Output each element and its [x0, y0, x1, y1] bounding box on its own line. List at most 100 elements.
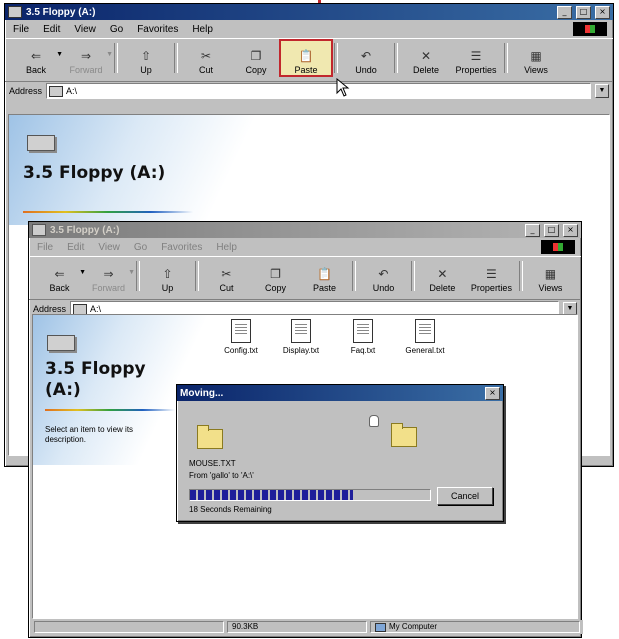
toolbar-paste-button[interactable]: 📋 Paste [300, 259, 349, 293]
scissors-icon: ✂ [221, 267, 232, 281]
toolbar-separator [136, 261, 140, 291]
folder-description: Select an item to view its description. [45, 425, 134, 444]
outer-menu-bar: File Edit View Go Favorites Help [5, 20, 613, 38]
toolbar-undo-button[interactable]: ↶ Undo [359, 259, 408, 293]
toolbar-up-button[interactable]: ⇧ Up [121, 41, 171, 75]
copy-icon: ❐ [250, 49, 262, 63]
menu-file[interactable]: File [13, 24, 29, 35]
menu-file[interactable]: File [37, 242, 53, 253]
toolbar-delete-button[interactable]: ✕ Delete [401, 41, 451, 75]
close-button[interactable]: × [595, 5, 610, 19]
menu-go[interactable]: Go [110, 24, 123, 35]
cancel-button[interactable]: Cancel [437, 487, 493, 505]
delete-x-icon: ✕ [437, 267, 448, 281]
delete-x-icon: ✕ [420, 49, 432, 63]
menu-go[interactable]: Go [134, 242, 147, 253]
inner-window-title: 3.5 Floppy (A:) [50, 224, 120, 236]
move-progress-bar [189, 489, 431, 501]
maximize-button[interactable]: □ [544, 223, 559, 237]
minimize-button[interactable]: _ [557, 5, 572, 19]
toolbar-undo-button[interactable]: ↶ Undo [341, 41, 391, 75]
status-blank [34, 621, 224, 633]
maximize-button[interactable]: □ [576, 5, 591, 19]
toolbar-views-button[interactable]: ▦ Views [526, 259, 575, 293]
dropdown-arrow-icon[interactable]: ▼ [128, 269, 135, 276]
move-progress-fill [190, 490, 354, 500]
toolbar-paste-button[interactable]: 📋 Paste [279, 39, 333, 77]
inner-status-bar: 90.3KB My Computer [31, 620, 583, 634]
menu-edit[interactable]: Edit [43, 24, 60, 35]
toolbar-back-button[interactable]: ⇐ Back ▼ [35, 259, 87, 293]
toolbar-views-button[interactable]: ▦ Views [511, 41, 561, 75]
address-dropdown-button[interactable]: ▼ [595, 84, 609, 98]
menu-view[interactable]: View [98, 242, 120, 253]
toolbar-label: Cut [198, 65, 213, 75]
toolbar-label: Forward [92, 283, 126, 293]
toolbar-forward-button[interactable]: ⇒ Forward ▼ [84, 259, 135, 293]
close-button[interactable]: × [563, 223, 578, 237]
menu-favorites[interactable]: Favorites [137, 24, 178, 35]
toolbar-separator [518, 261, 523, 291]
toolbar-up-button[interactable]: ⇧ Up [143, 259, 192, 293]
views-icon: ▦ [544, 267, 557, 281]
toolbar-delete-button[interactable]: ✕ Delete [418, 259, 467, 293]
toolbar-cut-button[interactable]: ✂ Cut [181, 41, 231, 75]
menu-edit[interactable]: Edit [67, 242, 84, 253]
flying-document-icon [369, 415, 379, 427]
dropdown-arrow-icon[interactable]: ▼ [106, 51, 113, 58]
forward-arrow-icon: ⇒ [80, 49, 92, 63]
toolbar-cut-button[interactable]: ✂ Cut [202, 259, 251, 293]
windows-logo-icon [573, 22, 607, 36]
toolbar-label: Back [49, 283, 70, 293]
minimize-button[interactable]: _ [525, 223, 540, 237]
dialog-close-button[interactable]: × [485, 386, 500, 400]
drive-icon [73, 303, 88, 315]
file-config[interactable]: Config.txt [211, 319, 271, 355]
file-faq[interactable]: Faq.txt [333, 319, 393, 355]
outer-title-bar[interactable]: 3.5 Floppy (A:) _ □ × [5, 4, 613, 20]
toolbar-label: Views [524, 65, 548, 75]
time-remaining: 18 Seconds Remaining [189, 505, 272, 514]
floppy-drive-large-icon [27, 135, 55, 151]
toolbar-label: Paste [294, 65, 318, 75]
file-label: Display.txt [282, 346, 320, 355]
outer-toolbar: ⇐ Back ▼ ⇒ Forward ▼ ⇧ Up ✂ Cut ❐ Copy 📋 Paste ↶ Undo ✕ D… [5, 38, 613, 82]
outer-folder-heading: 3.5 Floppy (A:) [23, 163, 166, 183]
menu-favorites[interactable]: Favorites [161, 242, 202, 253]
toolbar-label: Undo [355, 65, 377, 75]
toolbar-back-button[interactable]: ⇐ Back ▼ [11, 41, 63, 75]
toolbar-label: Delete [429, 283, 456, 293]
toolbar-copy-button[interactable]: ❐ Copy [251, 259, 300, 293]
destination-folder-icon [391, 423, 417, 447]
address-input[interactable]: A:\ [46, 83, 591, 99]
toolbar-copy-button[interactable]: ❐ Copy [231, 41, 281, 75]
toolbar-label: Back [25, 65, 46, 75]
scissors-icon: ✂ [200, 49, 212, 63]
menu-help[interactable]: Help [216, 242, 237, 253]
toolbar-label: Paste [312, 283, 336, 293]
toolbar-properties-button[interactable]: ☰ Properties [467, 259, 516, 293]
menu-help[interactable]: Help [192, 24, 213, 35]
address-label: Address [9, 86, 43, 96]
toolbar-label: Copy [245, 65, 267, 75]
toolbar-forward-button[interactable]: ⇒ Forward ▼ [61, 41, 113, 75]
toolbar-properties-button[interactable]: ☰ Properties [451, 41, 501, 75]
toolbar-separator [504, 43, 508, 73]
toolbar-label: Copy [264, 283, 286, 293]
floppy-drive-icon [32, 224, 46, 236]
views-icon: ▦ [530, 49, 542, 63]
menu-view[interactable]: View [74, 24, 96, 35]
dialog-title-bar[interactable]: Moving... × [177, 385, 503, 401]
file-general[interactable]: General.txt [395, 319, 455, 355]
moving-dialog: Moving... × MOUSE.TXT From 'gallo' to 'A… [176, 384, 504, 522]
file-label: General.txt [405, 346, 445, 355]
inner-toolbar: ⇐ Back ▼ ⇒ Forward ▼ ⇧ Up ✂ Cut ❐ Copy 📋 Paste ↶ Undo ✕ D… [29, 256, 581, 300]
forward-arrow-icon: ⇒ [103, 267, 114, 281]
toolbar-separator [174, 43, 178, 73]
file-display[interactable]: Display.txt [271, 319, 331, 355]
inner-title-bar[interactable]: 3.5 Floppy (A:) _ □ × [29, 222, 581, 238]
address-label: Address [33, 304, 67, 314]
up-folder-icon: ⇧ [140, 49, 152, 63]
drive-icon [49, 85, 64, 97]
toolbar-label: Properties [470, 283, 512, 293]
